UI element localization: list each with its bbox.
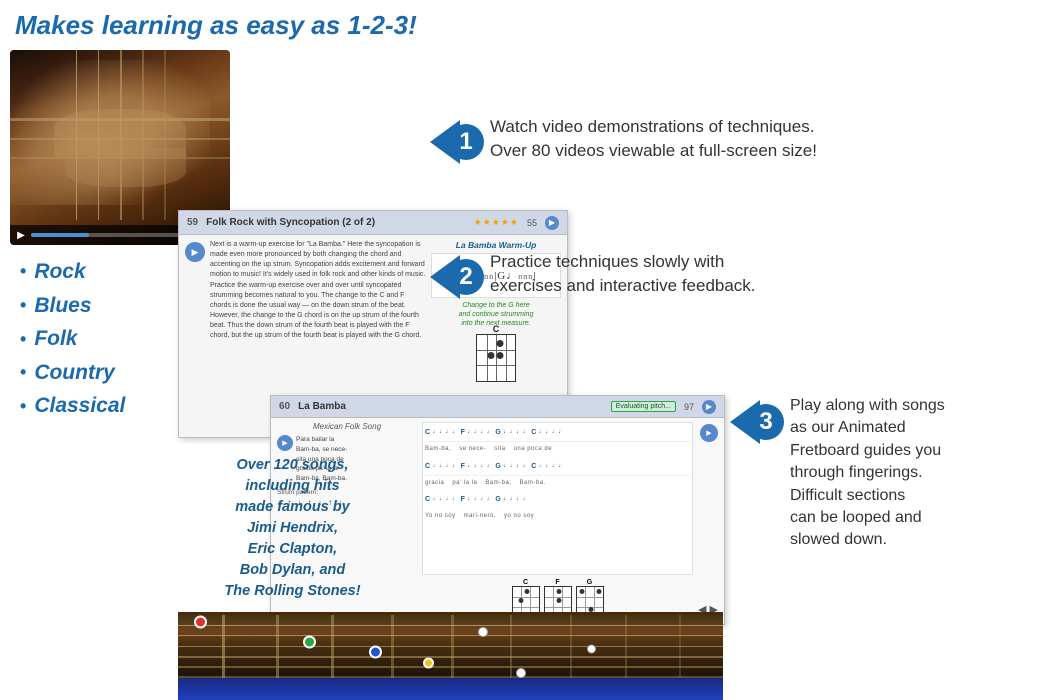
fret-dot-red bbox=[194, 615, 207, 628]
songs-text: Over 120 songs, including hits made famo… bbox=[195, 455, 390, 602]
screenshot-title: Folk Rock with Syncopation (2 of 2) bbox=[206, 217, 466, 228]
subtitle-text: La Bamba Warm-Up bbox=[431, 240, 561, 250]
body-text: Next is a warm-up exercise for "La Bamba… bbox=[210, 240, 427, 341]
track-number: 55 bbox=[527, 218, 537, 228]
step2-arrow-area: 2 bbox=[430, 255, 485, 299]
bottom-track: 97 bbox=[684, 402, 694, 412]
fretboard-image bbox=[178, 612, 723, 700]
genre-rock: Rock bbox=[20, 255, 125, 289]
eval-badge: Evaluating pitch... bbox=[611, 401, 676, 412]
fret-dot-blue bbox=[369, 646, 382, 659]
screenshot-num: 59 bbox=[187, 217, 198, 228]
step3-description: Play along with songs as our Animated Fr… bbox=[790, 395, 1048, 552]
bottom-num: 60 bbox=[279, 401, 290, 412]
genre-folk: Folk bbox=[20, 322, 125, 356]
main-heading: Makes learning as easy as 1-2-3! bbox=[15, 10, 417, 41]
fret-dot-white bbox=[478, 627, 488, 637]
bottom-title: La Bamba bbox=[298, 401, 603, 412]
play-button-bottom[interactable]: ▶ bbox=[702, 400, 716, 414]
step3-badge: 3 bbox=[748, 404, 784, 440]
step1-badge: 1 bbox=[448, 124, 484, 160]
fret-dot-yellow bbox=[423, 657, 434, 668]
play-button-top[interactable]: ▶ bbox=[545, 216, 559, 230]
step1-description: Watch video demonstrations of techniques… bbox=[490, 115, 850, 163]
step3-arrow-area: 3 bbox=[730, 400, 785, 444]
fret-dot-white3 bbox=[587, 645, 596, 654]
chord-change-arrow: Change to the G hereand continue strummi… bbox=[431, 301, 561, 328]
star-rating: ★★★★★ bbox=[474, 217, 519, 228]
step1-arrow-area: 1 bbox=[430, 120, 485, 164]
genre-list: Rock Blues Folk Country Classical bbox=[20, 255, 125, 423]
play-circle-bottom[interactable]: ▶ bbox=[277, 435, 293, 451]
fret-dot-green bbox=[303, 636, 316, 649]
genre-country: Country bbox=[20, 356, 125, 390]
step2-badge: 2 bbox=[448, 259, 484, 295]
song-subtitle: Mexican Folk Song bbox=[277, 422, 417, 431]
genre-classical: Classical bbox=[20, 389, 125, 423]
genre-blues: Blues bbox=[20, 289, 125, 323]
play-circle-top[interactable]: ▶ bbox=[185, 242, 205, 262]
step2-description: Practice techniques slowly with exercise… bbox=[490, 250, 850, 298]
play-icon[interactable]: ▶ bbox=[15, 229, 27, 241]
play-circle-bottom2[interactable]: ▶ bbox=[700, 424, 718, 442]
fret-dot-white2 bbox=[516, 668, 526, 678]
